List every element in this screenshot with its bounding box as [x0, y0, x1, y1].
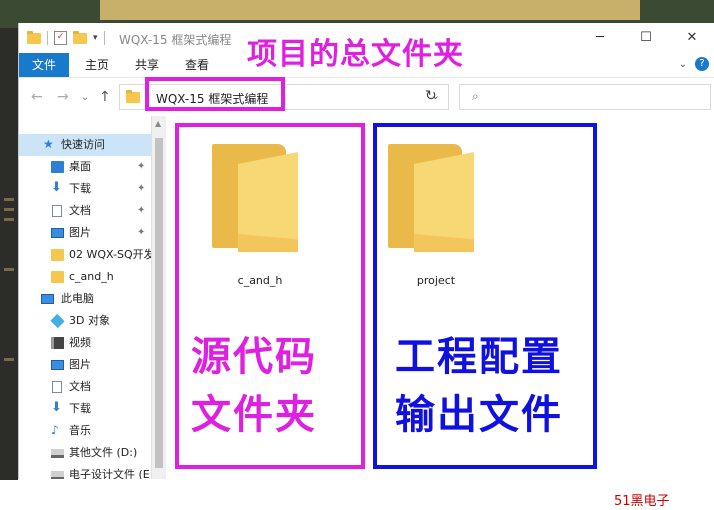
scrollbar-thumb[interactable] — [155, 138, 163, 468]
navigation-pane: ★ 快速访问 桌面 ✦ ⬇ 下载 ✦ 文档 ✦ 图片 ✦ 02 WQX-SQ开发 — [19, 116, 151, 479]
sidebar-item-this-pc[interactable]: 此电脑 — [19, 288, 151, 310]
sidebar-item-desktop[interactable]: 桌面 ✦ — [19, 156, 151, 178]
folder-icon — [27, 30, 41, 44]
search-input[interactable]: ⌕ — [459, 84, 711, 110]
folder-icon — [51, 271, 64, 283]
document-icon — [52, 205, 62, 217]
expand-ribbon-icon[interactable]: ⌄ — [679, 59, 687, 70]
address-bar-row: ← → ⌄ ↑ WQX-15 框架式编程 ⌄ ↻ ⌕ — [19, 77, 714, 116]
forward-arrow-icon[interactable]: → — [57, 89, 69, 105]
properties-icon[interactable]: ✓ — [54, 31, 67, 45]
background-strip — [100, 0, 640, 20]
annotation-source-line1: 源代码 — [191, 334, 317, 380]
annotation-project-folder: 项目的总文件夹 — [247, 37, 464, 72]
sidebar-item-music[interactable]: ♪ 音乐 — [19, 420, 151, 442]
sidebar-item-downloads[interactable]: ⬇ 下载 ✦ — [19, 178, 151, 200]
search-icon: ⌕ — [472, 89, 479, 103]
annotation-project-line1: 工程配置 — [395, 334, 563, 380]
sidebar-item-drive-e[interactable]: 电子设计文件 (E — [19, 464, 151, 479]
quick-access-toolbar: ✓ ▾ — [27, 30, 105, 45]
recent-locations-icon[interactable]: ⌄ — [81, 92, 89, 103]
watermark: 51黑电子 — [614, 494, 670, 509]
tab-view[interactable]: 查看 — [177, 53, 217, 77]
sidebar-item-documents-pc[interactable]: 文档 — [19, 376, 151, 398]
drive-icon — [51, 471, 64, 479]
document-icon — [52, 381, 62, 393]
maximize-button[interactable]: ☐ — [623, 23, 669, 53]
sidebar-item-3d-objects[interactable]: 3D 对象 — [19, 310, 151, 332]
sidebar-item-drive-d[interactable]: 其他文件 (D:) — [19, 442, 151, 464]
pin-icon[interactable]: ✦ — [137, 178, 145, 200]
window-controls: ─ ☐ ✕ — [577, 23, 714, 53]
sidebar-item-quick-access[interactable]: ★ 快速访问 — [19, 134, 151, 156]
video-icon — [51, 337, 64, 349]
explorer-window: ✓ ▾ WQX-15 框架式编程 ─ ☐ ✕ 文件 主页 共享 查看 ⌄ ? ←… — [18, 23, 714, 479]
download-icon: ⬇ — [51, 400, 62, 415]
new-folder-icon[interactable] — [73, 30, 87, 44]
scroll-up-icon[interactable]: ▲ — [155, 119, 161, 128]
back-arrow-icon[interactable]: ← — [31, 89, 43, 105]
folder-icon — [51, 249, 64, 261]
pin-icon[interactable]: ✦ — [137, 200, 145, 222]
picture-icon — [51, 360, 64, 370]
desktop-background-left — [0, 28, 18, 480]
star-icon: ★ — [43, 137, 54, 151]
folder-icon — [126, 90, 140, 103]
sidebar-item-downloads-pc[interactable]: ⬇ 下载 — [19, 398, 151, 420]
pin-icon[interactable]: ✦ — [137, 156, 145, 178]
tab-home[interactable]: 主页 — [77, 53, 117, 77]
cube-icon — [50, 313, 65, 329]
customize-toolbar-icon[interactable]: ▾ — [93, 33, 98, 43]
close-button[interactable]: ✕ — [669, 23, 714, 53]
refresh-icon[interactable]: ↻ — [425, 88, 437, 104]
address-highlight-box — [145, 77, 285, 111]
sidebar-item-videos[interactable]: 视频 — [19, 332, 151, 354]
sidebar-item-documents[interactable]: 文档 ✦ — [19, 200, 151, 222]
sidebar-item-pictures[interactable]: 图片 ✦ — [19, 222, 151, 244]
window-title: WQX-15 框架式编程 — [119, 33, 232, 47]
desktop-icon — [51, 161, 64, 173]
drive-icon — [51, 449, 64, 458]
download-icon: ⬇ — [51, 180, 62, 195]
sidebar-item-wqx-sq[interactable]: 02 WQX-SQ开发 — [19, 244, 151, 266]
tab-share[interactable]: 共享 — [127, 53, 167, 77]
sidebar-scrollbar[interactable]: ▲ — [151, 116, 166, 479]
sidebar-item-pictures-pc[interactable]: 图片 — [19, 354, 151, 376]
sidebar-item-c-and-h[interactable]: c_and_h — [19, 266, 151, 288]
tab-file[interactable]: 文件 — [19, 53, 69, 77]
pin-icon[interactable]: ✦ — [137, 222, 145, 244]
computer-icon — [41, 294, 54, 304]
annotation-source-line2: 文件夹 — [191, 392, 317, 438]
minimize-button[interactable]: ─ — [577, 23, 623, 53]
help-icon[interactable]: ? — [695, 57, 709, 71]
picture-icon — [51, 228, 64, 238]
annotation-project-line2: 输出文件 — [395, 392, 563, 438]
music-icon: ♪ — [51, 423, 59, 437]
up-arrow-icon[interactable]: ↑ — [99, 89, 111, 105]
